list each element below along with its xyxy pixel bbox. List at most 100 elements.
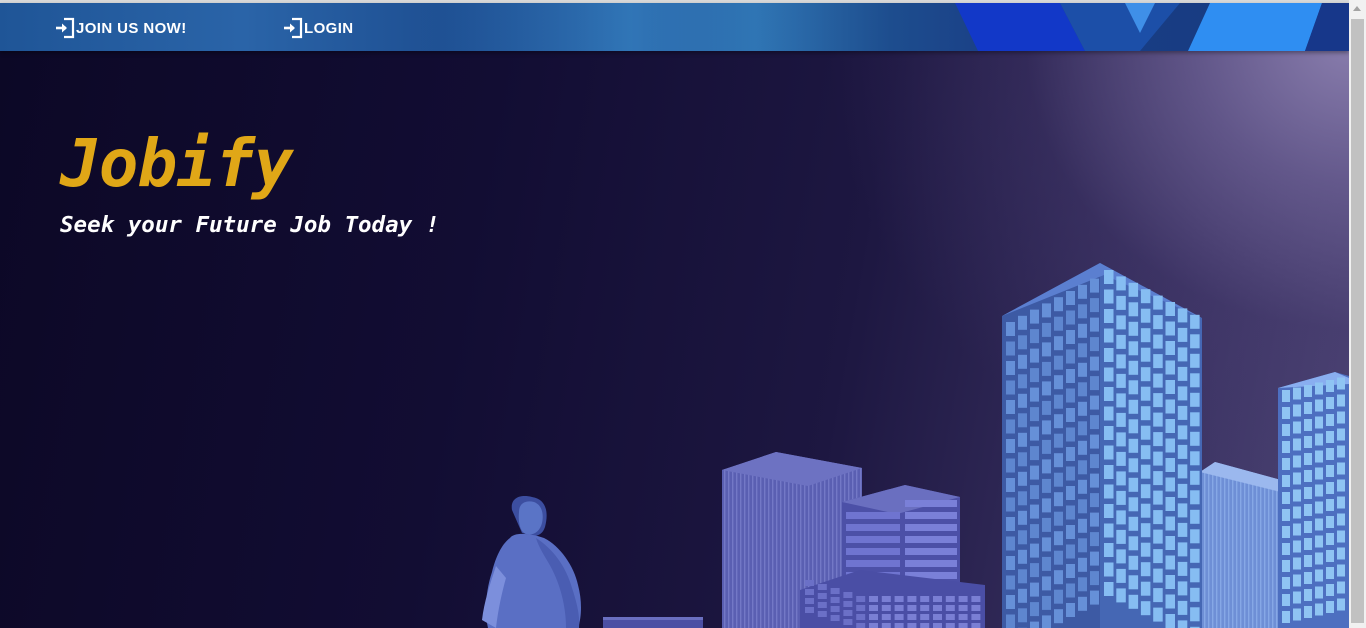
window-pane (1337, 547, 1345, 560)
window-pane (1006, 322, 1015, 336)
join-us-link[interactable]: JOIN US NOW! (55, 17, 187, 39)
scrollbar-thumb[interactable] (1351, 19, 1364, 623)
window-pane (1304, 589, 1312, 601)
window-pane (958, 623, 968, 628)
window-pane (1054, 297, 1063, 312)
window-pane (1293, 438, 1301, 451)
window-pane (1042, 303, 1051, 318)
window-pane (1078, 518, 1087, 533)
window-pane (1315, 586, 1323, 599)
window-pane (1104, 426, 1114, 440)
window-pane (1054, 570, 1063, 585)
window-pane (1177, 425, 1188, 440)
window-pane (881, 623, 891, 628)
window-pane (1042, 361, 1051, 376)
window-pane (1177, 581, 1188, 596)
window-pane (869, 605, 878, 611)
window-pane (1315, 518, 1323, 531)
window-pane (1042, 498, 1051, 513)
window-pane (1116, 588, 1126, 603)
window-pane (846, 512, 900, 519)
window-pane (1337, 428, 1345, 441)
window-pane (1165, 438, 1175, 453)
window-pane (1190, 587, 1200, 602)
window-pane (1177, 327, 1188, 342)
window-pane (1090, 298, 1099, 313)
window-pane (1153, 412, 1163, 427)
window-pane (1090, 415, 1099, 430)
window-pane (1282, 577, 1290, 589)
window-pane (1282, 424, 1290, 436)
window-pane (1078, 538, 1087, 553)
window-pane (1066, 486, 1075, 500)
window-pane (1030, 309, 1039, 324)
window-pane (1018, 510, 1027, 525)
window-pane (1116, 276, 1126, 291)
vertical-scrollbar[interactable] (1349, 0, 1366, 628)
window-pane (1326, 567, 1334, 579)
window-pane (1165, 594, 1175, 609)
window-pane (846, 560, 900, 567)
window-pane (1326, 431, 1334, 443)
window-pane (1104, 406, 1114, 421)
window-pane (1054, 531, 1063, 546)
window-pane (958, 605, 968, 611)
window-pane (1315, 399, 1323, 412)
scroll-up-arrow-icon[interactable] (1349, 0, 1366, 17)
window-pane (1116, 412, 1126, 427)
window-pane (1018, 393, 1027, 408)
window-pane (1337, 377, 1345, 390)
window-pane (1128, 419, 1139, 434)
window-pane (1042, 400, 1051, 415)
window-pane (1030, 602, 1039, 617)
login-link[interactable]: LOGIN (283, 17, 354, 39)
window-pane (907, 614, 917, 620)
window-pane (1128, 536, 1139, 551)
window-pane (1078, 304, 1087, 319)
window-pane (1190, 607, 1200, 622)
window-pane (1153, 354, 1163, 369)
window-pane (1177, 600, 1188, 615)
window-pane (1315, 501, 1323, 514)
window-pane (1293, 472, 1301, 485)
window-pane (894, 596, 904, 602)
window-pane (1304, 470, 1312, 482)
window-pane (1153, 451, 1163, 466)
window-pane (1177, 620, 1188, 628)
window-pane (905, 536, 957, 543)
window-pane (1190, 509, 1200, 524)
window-pane (1006, 556, 1015, 570)
window-pane (1190, 412, 1200, 427)
window-pane (1104, 445, 1114, 460)
window-pane (1090, 551, 1099, 566)
window-pane (1104, 328, 1114, 343)
window-pane (1315, 433, 1323, 446)
window-pane (1190, 470, 1200, 485)
window-pane (1066, 466, 1075, 481)
window-pane (1116, 471, 1126, 486)
window-pane (805, 598, 814, 604)
window-pane (1078, 479, 1087, 494)
window-pane (1078, 323, 1087, 338)
window-pane (817, 593, 827, 599)
window-pane (1304, 572, 1312, 584)
window-pane (1153, 334, 1163, 349)
window-pane (1304, 504, 1312, 516)
window-pane (1190, 451, 1200, 466)
window-pane (1177, 386, 1188, 401)
window-pane (1177, 483, 1188, 498)
window-pane (830, 606, 840, 612)
window-pane (1054, 453, 1063, 468)
window-pane (1078, 382, 1087, 397)
window-pane (1066, 369, 1075, 383)
window-pane (817, 611, 827, 617)
window-pane (1104, 562, 1114, 577)
window-pane (1165, 555, 1175, 570)
window-pane (1006, 595, 1015, 609)
window-pane (1078, 577, 1087, 592)
window-pane (1293, 404, 1301, 417)
window-pane (1066, 291, 1075, 305)
window-pane (1042, 595, 1051, 610)
window-pane (1140, 601, 1151, 616)
window-pane (1282, 543, 1290, 555)
